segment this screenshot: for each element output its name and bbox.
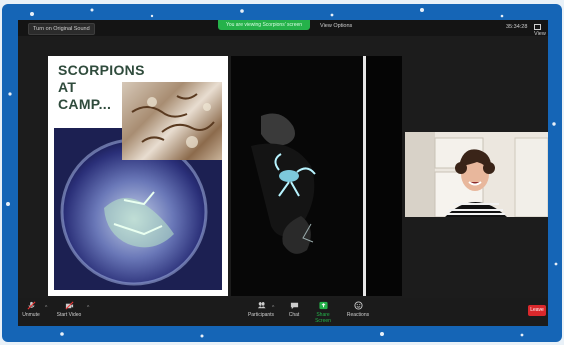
chat-button[interactable]: Chat <box>286 301 302 318</box>
original-sound-button[interactable]: Turn on Original Sound <box>28 23 95 35</box>
view-button[interactable]: View <box>534 24 548 37</box>
meeting-timer: 35:34:28 <box>506 24 528 30</box>
reactions-button[interactable]: Reactions <box>344 301 372 318</box>
smiley-icon <box>353 301 363 310</box>
start-video-label: Start Video <box>56 312 82 318</box>
video-options-caret[interactable]: ^ <box>87 305 89 311</box>
leave-meeting-button[interactable]: Leave <box>528 305 546 316</box>
meeting-top-bar: Turn on Original Sound You are viewing S… <box>18 20 548 37</box>
share-screen-icon <box>318 301 328 310</box>
view-options-menu[interactable]: View Options <box>320 23 352 29</box>
reactions-label: Reactions <box>346 312 370 318</box>
chat-bubble-icon <box>290 302 298 310</box>
screen-share-indicator[interactable]: You are viewing Scorpions' screen <box>218 20 310 30</box>
start-video-button[interactable]: Start Video <box>54 301 84 318</box>
participants-label: Participants <box>247 312 275 318</box>
participants-caret[interactable]: ^ <box>272 305 274 311</box>
scorpions-photo <box>122 82 222 160</box>
microphone-muted-icon <box>27 301 35 310</box>
share-screen-label: Share Screen <box>315 312 331 324</box>
shared-slide: SCORPIONS AT CAMP... <box>48 56 228 296</box>
video-camera-off-icon <box>65 301 73 310</box>
participant-video-tile[interactable] <box>405 132 548 217</box>
unmute-label: Unmute <box>22 312 40 318</box>
slide-title: SCORPIONS AT CAMP... <box>58 62 145 112</box>
meeting-toolbar: Unmute ^ Start Video ^ Participants 16 ^… <box>18 298 548 326</box>
zoom-meeting-window: Turn on Original Sound You are viewing S… <box>18 20 548 326</box>
audio-options-caret[interactable]: ^ <box>45 305 47 311</box>
share-screen-button[interactable]: Share Screen <box>308 301 338 324</box>
unmute-button[interactable]: Unmute <box>20 301 42 318</box>
participant-count: 16 <box>259 302 265 308</box>
uv-scorpion-video <box>231 56 363 296</box>
shared-screen-margin <box>366 56 402 296</box>
chat-label: Chat <box>288 312 300 318</box>
